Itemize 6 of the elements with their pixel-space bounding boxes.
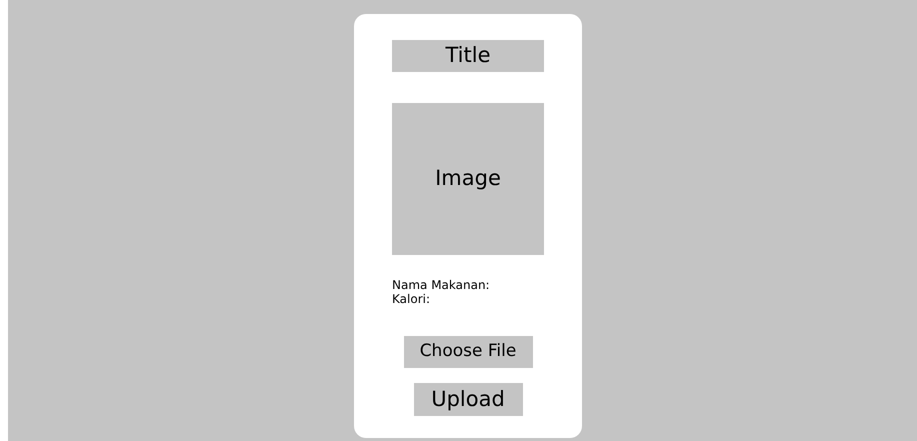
field-label: Kalori: (392, 292, 431, 306)
image-text: Image (435, 165, 501, 192)
upload-button[interactable]: Upload (414, 383, 522, 416)
title-text: Title (445, 42, 490, 70)
field-label: Nama Makanan: (392, 278, 491, 292)
choose-file-button[interactable]: Choose File (404, 336, 532, 368)
